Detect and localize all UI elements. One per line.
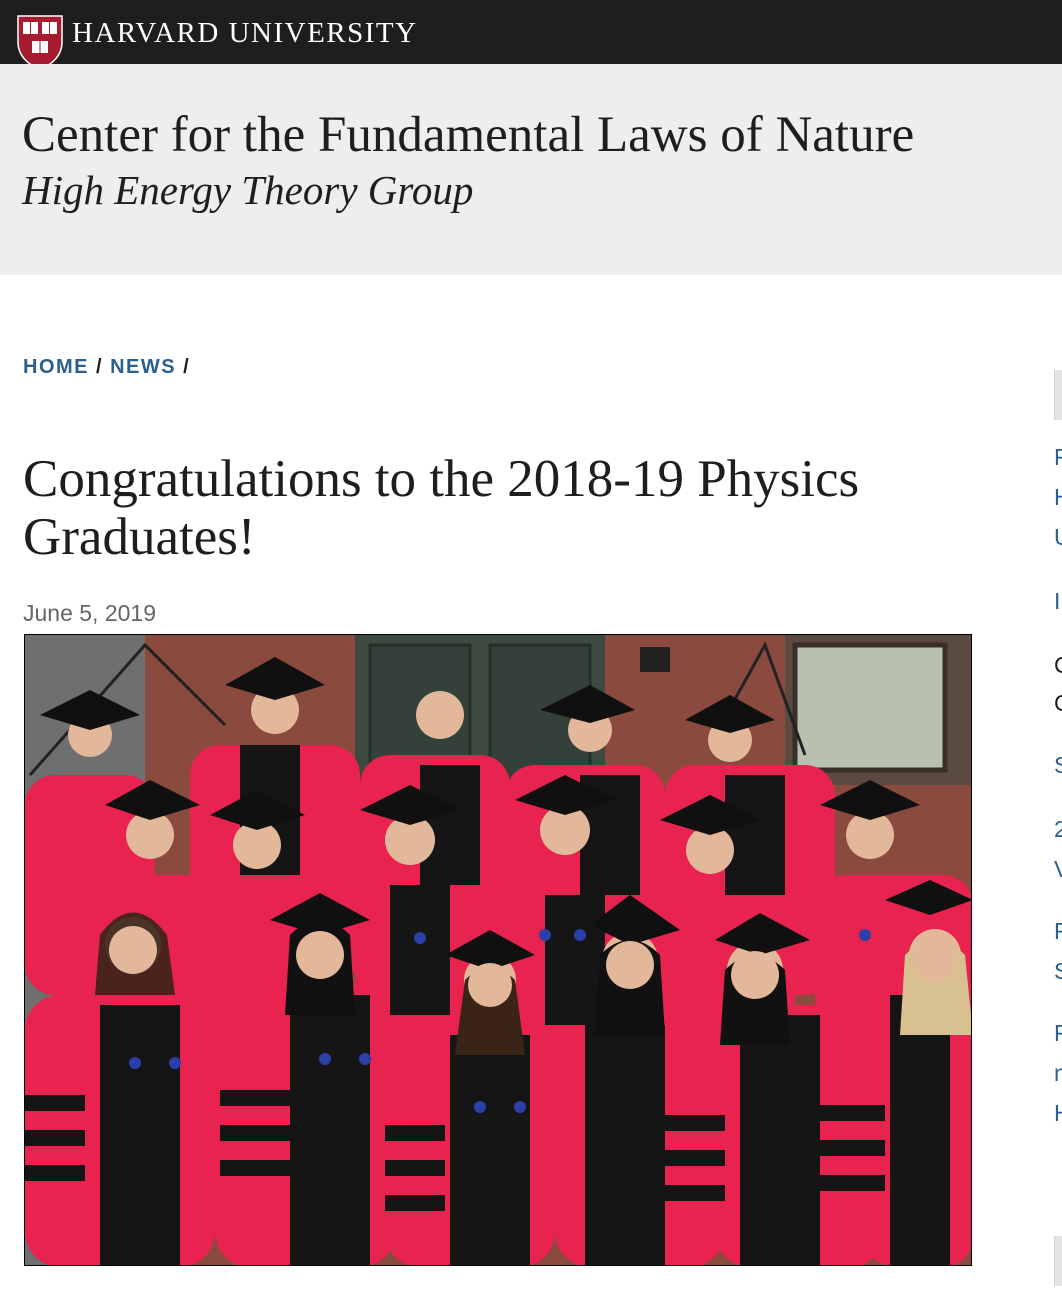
harvard-university-link[interactable]: HARVARD UNIVERSITY — [72, 17, 418, 50]
site-subtitle[interactable]: High Energy Theory Group — [22, 166, 473, 214]
article-date: June 5, 2019 — [23, 600, 157, 626]
sidebar-box-bottom — [1054, 1236, 1062, 1286]
sidebar-item-6-line3[interactable]: H — [1054, 1100, 1062, 1127]
breadcrumb-news-link[interactable]: NEWS — [110, 356, 176, 378]
breadcrumb-home-link[interactable]: HOME — [23, 356, 89, 378]
article-title: Congratulations to the 2018-19 Physics G… — [23, 450, 860, 566]
sidebar-item-4-line2[interactable]: V — [1054, 856, 1062, 883]
sidebar-item-5[interactable]: F — [1054, 918, 1062, 945]
group-photo-icon — [25, 635, 971, 1265]
site-header: Center for the Fundamental Laws of Natur… — [0, 64, 1062, 275]
breadcrumb: HOME / NEWS / — [23, 356, 197, 379]
sidebar-item-1-line3[interactable]: U — [1054, 524, 1062, 551]
graduates-group-photo[interactable] — [24, 634, 972, 1266]
sidebar-item-6[interactable]: F — [1054, 1020, 1062, 1047]
sidebar-text-2: C — [1054, 690, 1062, 717]
site-title[interactable]: Center for the Fundamental Laws of Natur… — [22, 106, 914, 164]
breadcrumb-separator: / — [96, 356, 104, 378]
harvard-shield-icon[interactable] — [16, 14, 64, 70]
sidebar-box-top — [1054, 370, 1062, 420]
sidebar-item-6-line2[interactable]: n — [1054, 1060, 1062, 1087]
sidebar-item-1[interactable]: F — [1054, 444, 1062, 471]
sidebar-text-1: C — [1054, 652, 1062, 679]
sidebar-item-5-line2[interactable]: S — [1054, 958, 1062, 985]
sidebar-item-4[interactable]: 2 — [1054, 816, 1062, 843]
sidebar-item-3[interactable]: S — [1054, 752, 1062, 779]
breadcrumb-separator: / — [183, 356, 191, 378]
sidebar-item-1-line2[interactable]: H — [1054, 484, 1062, 511]
harvard-top-bar: HARVARD UNIVERSITY — [0, 0, 1062, 70]
sidebar-item-2[interactable]: I — [1054, 588, 1060, 615]
